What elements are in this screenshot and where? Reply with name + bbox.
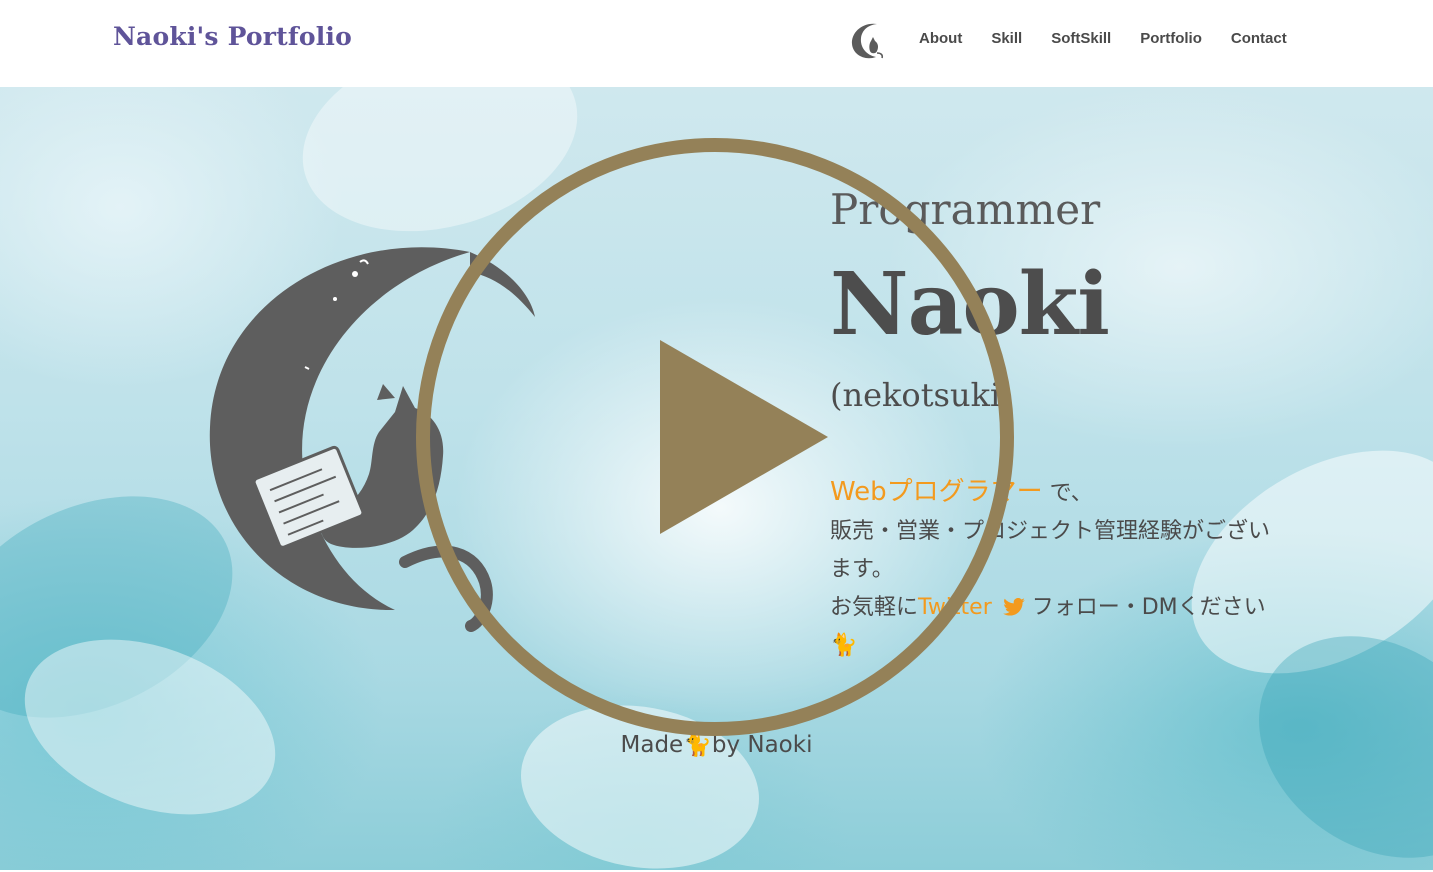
nav-contact[interactable]: Contact [1231,30,1287,47]
cat-moon-logo-icon[interactable] [847,19,887,61]
brand-title[interactable]: Naoki's Portfolio [113,22,352,51]
desc-text: フォロー・DMください [1024,595,1266,620]
desc-text: で、 [1042,481,1093,506]
main-nav: About Skill SoftSkill Portfolio Contact [919,30,1287,47]
nav-skill[interactable]: Skill [991,30,1022,47]
nav-softskill[interactable]: SoftSkill [1051,30,1111,47]
site-header: Naoki's Portfolio About Skill SoftSkill … [0,0,1433,87]
play-icon[interactable] [413,135,1017,739]
nav-portfolio[interactable]: Portfolio [1140,30,1202,47]
nav-about[interactable]: About [919,30,962,47]
